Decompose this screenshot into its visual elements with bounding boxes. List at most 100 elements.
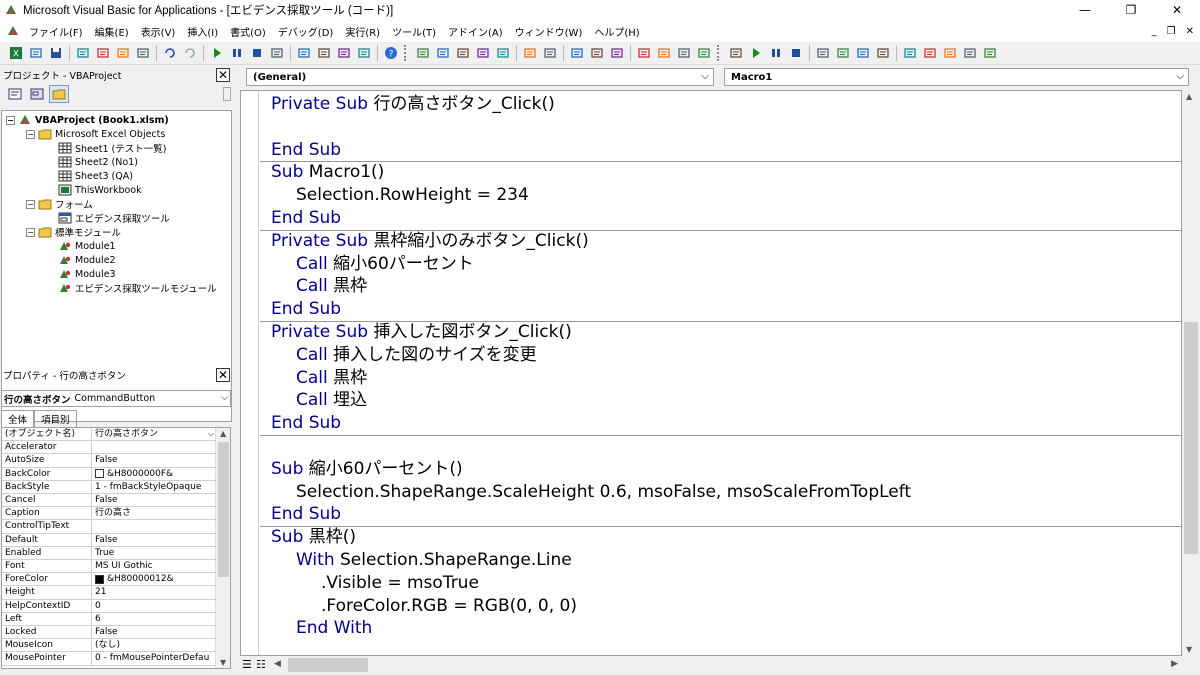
copy-button[interactable] [94,44,112,62]
next-bookmark-button[interactable] [655,44,673,62]
property-value[interactable]: 行の高さ [92,507,216,519]
code-line[interactable]: Call 埋込 [296,389,367,412]
reset-button[interactable] [248,44,266,62]
uncomment-block-button[interactable] [608,44,626,62]
menu-debug[interactable]: デバッグ(D) [272,24,340,39]
outdent-button[interactable] [541,44,559,62]
save-button[interactable] [47,44,65,62]
close-button[interactable]: ✕ [1154,0,1200,20]
indent-button[interactable] [521,44,539,62]
tree-item-module[interactable]: エビデンス採取ツールモジュール [58,281,217,295]
property-row[interactable]: MouseIcon (なし) [2,639,216,653]
property-row[interactable]: BackStyle 1 - fmBackStyleOpaque [2,480,216,494]
properties-scroll-thumb[interactable] [218,442,229,577]
comment-block-button[interactable] [588,44,606,62]
mdi-minimize-button[interactable]: _ [1152,26,1157,37]
code-line[interactable]: End Sub [271,503,341,526]
property-value[interactable]: False [92,454,216,466]
tree-item-module[interactable]: Module3 [58,267,116,281]
property-value[interactable]: 行の高さボタン ⌵ [92,428,216,440]
code-line[interactable]: Private Sub 黒枠縮小のみボタン_Click() [271,230,589,253]
menu-help[interactable]: ヘルプ(H) [588,24,645,39]
code-scroll-thumb[interactable] [1184,322,1198,554]
horizontal-scroll-thumb[interactable] [288,658,368,672]
restore-button[interactable]: ❐ [1108,0,1154,20]
code-line[interactable]: End Sub [271,298,341,321]
property-value[interactable]: 0 [92,600,216,612]
property-row[interactable]: AutoSize False [2,454,216,468]
break-button[interactable] [228,44,246,62]
list-constants-button[interactable] [434,44,452,62]
toolbar-overflow-icon[interactable] [223,87,231,101]
code-line[interactable]: Call 挿入した図のサイズを変更 [296,344,537,367]
tree-item-folder[interactable]: − 標準モジュール [26,225,121,239]
object-combo[interactable]: (General) ⌵ [246,68,714,86]
property-row[interactable]: (オブジェクト名) 行の高さボタン ⌵ [2,428,216,442]
tree-item-module[interactable]: Module1 [58,239,116,253]
previous-bookmark-button[interactable] [675,44,693,62]
complete-word-button[interactable] [494,44,512,62]
tree-item-project[interactable]: − VBAProject (Book1.xlsm) [6,113,169,127]
collapse-icon[interactable]: − [26,129,35,139]
help-button[interactable]: ? [382,44,400,62]
code-line[interactable]: .Visible = msoTrue [321,572,479,595]
code-margin[interactable] [241,91,259,655]
property-value[interactable]: False [92,626,216,638]
mdi-restore-button[interactable]: ❐ [1167,26,1176,37]
property-value[interactable]: False [92,534,216,546]
property-row[interactable]: Accelerator [2,441,216,455]
menu-view[interactable]: 表示(V) [135,24,182,39]
toolbar-grip[interactable] [404,45,410,61]
property-row[interactable]: Default False [2,533,216,547]
view-code-button[interactable] [5,85,25,103]
collapse-icon[interactable]: − [26,227,35,237]
call-stack-button[interactable] [981,44,999,62]
design-mode2-button[interactable] [727,44,745,62]
menu-addins[interactable]: アドイン(A) [442,24,509,39]
property-row[interactable]: Enabled True [2,546,216,560]
step-out-button[interactable] [874,44,892,62]
clear-bookmarks-button[interactable] [695,44,713,62]
code-line[interactable]: Sub 黒枠() [271,526,356,549]
property-row[interactable]: Font MS UI Gothic [2,560,216,574]
menu-insert[interactable]: 挿入(I) [181,24,224,39]
property-value[interactable]: False [92,494,216,506]
property-value[interactable] [92,520,216,532]
property-row[interactable]: Caption 行の高さ [2,507,216,521]
tab-categorized[interactable]: 項目別 [34,410,77,427]
property-row[interactable]: ControlTipText [2,520,216,534]
scroll-up-icon[interactable]: ▲ [1186,92,1192,101]
property-value[interactable]: &H80000012& [92,573,216,585]
code-line[interactable]: Call 縮小60パーセント [296,253,474,276]
view-object-button[interactable] [27,85,47,103]
full-module-view-icon[interactable]: ☷ [256,658,266,671]
step-over-button[interactable] [854,44,872,62]
find-button[interactable] [134,44,152,62]
code-line[interactable]: Private Sub 挿入した図ボタン_Click() [271,321,572,344]
menu-file[interactable]: ファイル(F) [23,24,89,39]
menu-format[interactable]: 書式(O) [224,24,272,39]
procedure-view-icon[interactable]: ☰ [242,658,252,671]
property-value[interactable] [92,441,216,453]
run2-button[interactable] [747,44,765,62]
tree-item-sheet[interactable]: Sheet2 (No1) [58,155,138,169]
scroll-down-icon[interactable]: ▼ [220,658,226,667]
design-mode-button[interactable] [268,44,286,62]
code-line[interactable]: With Selection.ShapeRange.Line [296,549,572,572]
property-value[interactable]: True [92,547,216,559]
code-line[interactable]: Call 黒枠 [296,275,367,298]
property-row[interactable]: Locked False [2,626,216,640]
property-row[interactable]: ForeColor &H80000012& [2,573,216,587]
scroll-up-icon[interactable]: ▲ [220,429,226,438]
code-line[interactable]: Selection.ShapeRange.ScaleHeight 0.6, ms… [296,481,911,504]
toolbox-button[interactable] [355,44,373,62]
object-selector[interactable]: 行の高さボタン CommandButton ⌵ [1,390,231,407]
project-explorer-button[interactable] [295,44,313,62]
tree-item-workbook[interactable]: ThisWorkbook [58,183,142,197]
toggle-bookmark-button[interactable] [635,44,653,62]
insert-userform-button[interactable] [27,44,45,62]
pane-splitter[interactable] [233,66,240,675]
immediate-window-button[interactable] [921,44,939,62]
undo-button[interactable] [161,44,179,62]
parameter-info-button[interactable] [474,44,492,62]
